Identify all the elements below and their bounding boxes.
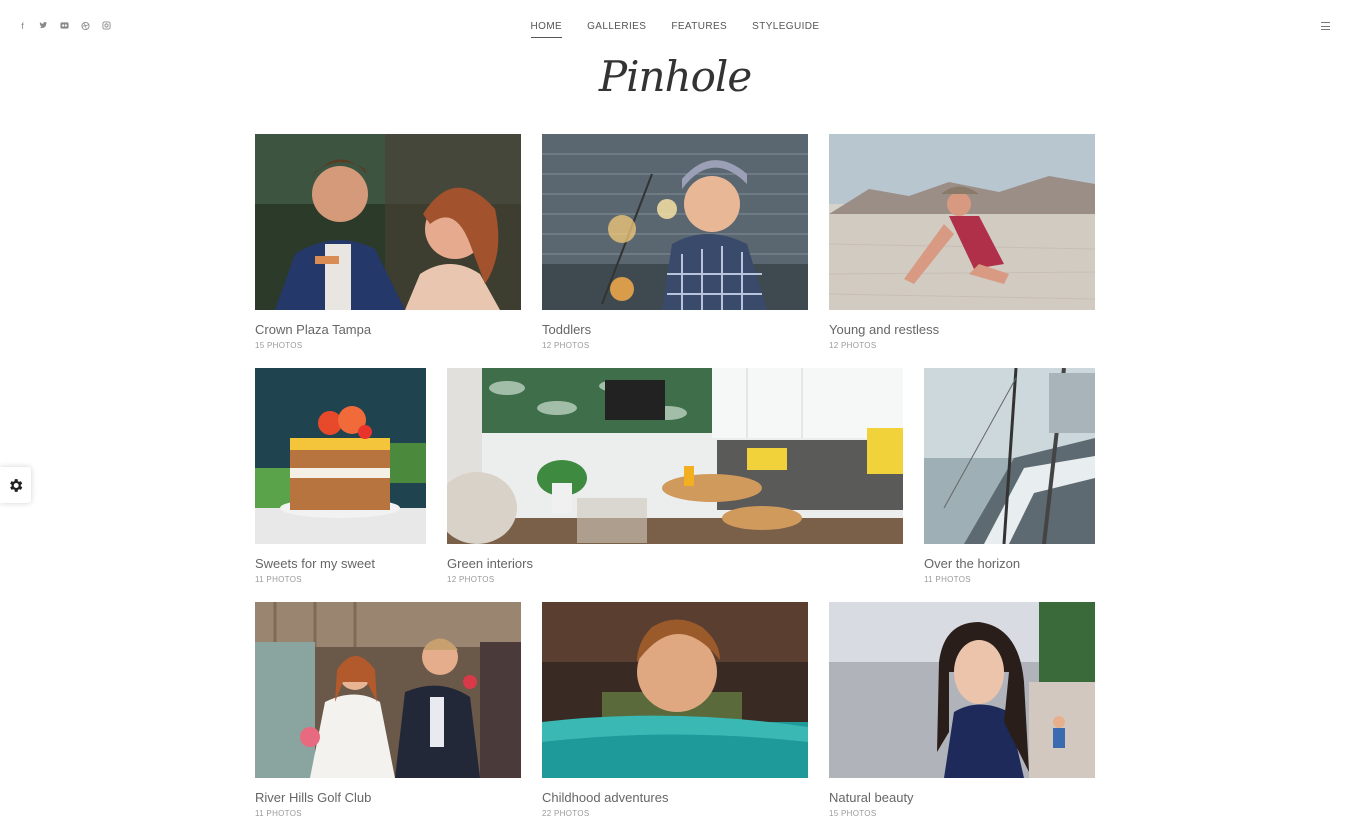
gallery-title[interactable]: Childhood adventures xyxy=(542,790,808,806)
nav-item-features[interactable]: FEATURES xyxy=(671,21,727,38)
gallery-image[interactable] xyxy=(447,368,903,544)
gear-icon xyxy=(10,478,23,492)
gallery-title[interactable]: Natural beauty xyxy=(829,790,1095,806)
nav-item-home[interactable]: HOME xyxy=(530,21,563,38)
gallery-photo-count: 12 PHOTOS xyxy=(542,341,590,350)
hamburger-menu-icon[interactable] xyxy=(1321,22,1330,30)
gallery-photo-count: 15 PHOTOS xyxy=(255,341,303,350)
gallery-title[interactable]: Sweets for my sweet xyxy=(255,556,426,572)
gallery-title[interactable]: Young and restless xyxy=(829,322,1095,338)
nav-item-styleguide[interactable]: STYLEGUIDE xyxy=(752,21,819,38)
gallery-title[interactable]: Over the horizon xyxy=(924,556,1095,572)
gallery-photo-count: 12 PHOTOS xyxy=(447,575,495,584)
site-logo[interactable]: Pinhole xyxy=(0,52,1350,101)
gallery-card[interactable]: Toddlers 12 PHOTOS xyxy=(542,134,808,351)
gallery-photo-count: 11 PHOTOS xyxy=(255,575,302,584)
gallery-card[interactable]: Crown Plaza Tampa 15 PHOTOS xyxy=(255,134,521,351)
settings-button[interactable] xyxy=(0,467,31,503)
gallery-title[interactable]: River Hills Golf Club xyxy=(255,790,521,806)
gallery-title[interactable]: Toddlers xyxy=(542,322,808,338)
gallery-card[interactable]: Natural beauty 15 PHOTOS xyxy=(829,602,1095,819)
gallery-card[interactable]: Green interiors 12 PHOTOS xyxy=(447,368,903,585)
gallery-image[interactable] xyxy=(924,368,1095,544)
gallery-image[interactable] xyxy=(829,134,1095,310)
gallery-title[interactable]: Green interiors xyxy=(447,556,903,572)
gallery-card[interactable]: Over the horizon 11 PHOTOS xyxy=(924,368,1095,585)
gallery-photo-count: 12 PHOTOS xyxy=(829,341,877,350)
gallery-photo-count: 11 PHOTOS xyxy=(255,809,302,818)
gallery-photo-count: 22 PHOTOS xyxy=(542,809,590,818)
gallery-card[interactable]: Young and restless 12 PHOTOS xyxy=(829,134,1095,351)
gallery-photo-count: 15 PHOTOS xyxy=(829,809,877,818)
gallery-card[interactable]: Childhood adventures 22 PHOTOS xyxy=(542,602,808,819)
gallery-image[interactable] xyxy=(255,602,521,778)
gallery-image[interactable] xyxy=(542,602,808,778)
gallery-photo-count: 11 PHOTOS xyxy=(924,575,971,584)
gallery-card[interactable]: Sweets for my sweet 11 PHOTOS xyxy=(255,368,426,585)
gallery-card[interactable]: River Hills Golf Club 11 PHOTOS xyxy=(255,602,521,819)
gallery-image[interactable] xyxy=(255,134,521,310)
top-bar: f HOME GALLERIES FEATURES STYLEGUIDE xyxy=(0,0,1350,56)
gallery-image[interactable] xyxy=(829,602,1095,778)
gallery-image[interactable] xyxy=(542,134,808,310)
gallery-title[interactable]: Crown Plaza Tampa xyxy=(255,322,521,338)
nav-item-galleries[interactable]: GALLERIES xyxy=(587,21,646,38)
main-nav: HOME GALLERIES FEATURES STYLEGUIDE xyxy=(0,21,1350,38)
gallery-image[interactable] xyxy=(255,368,426,544)
